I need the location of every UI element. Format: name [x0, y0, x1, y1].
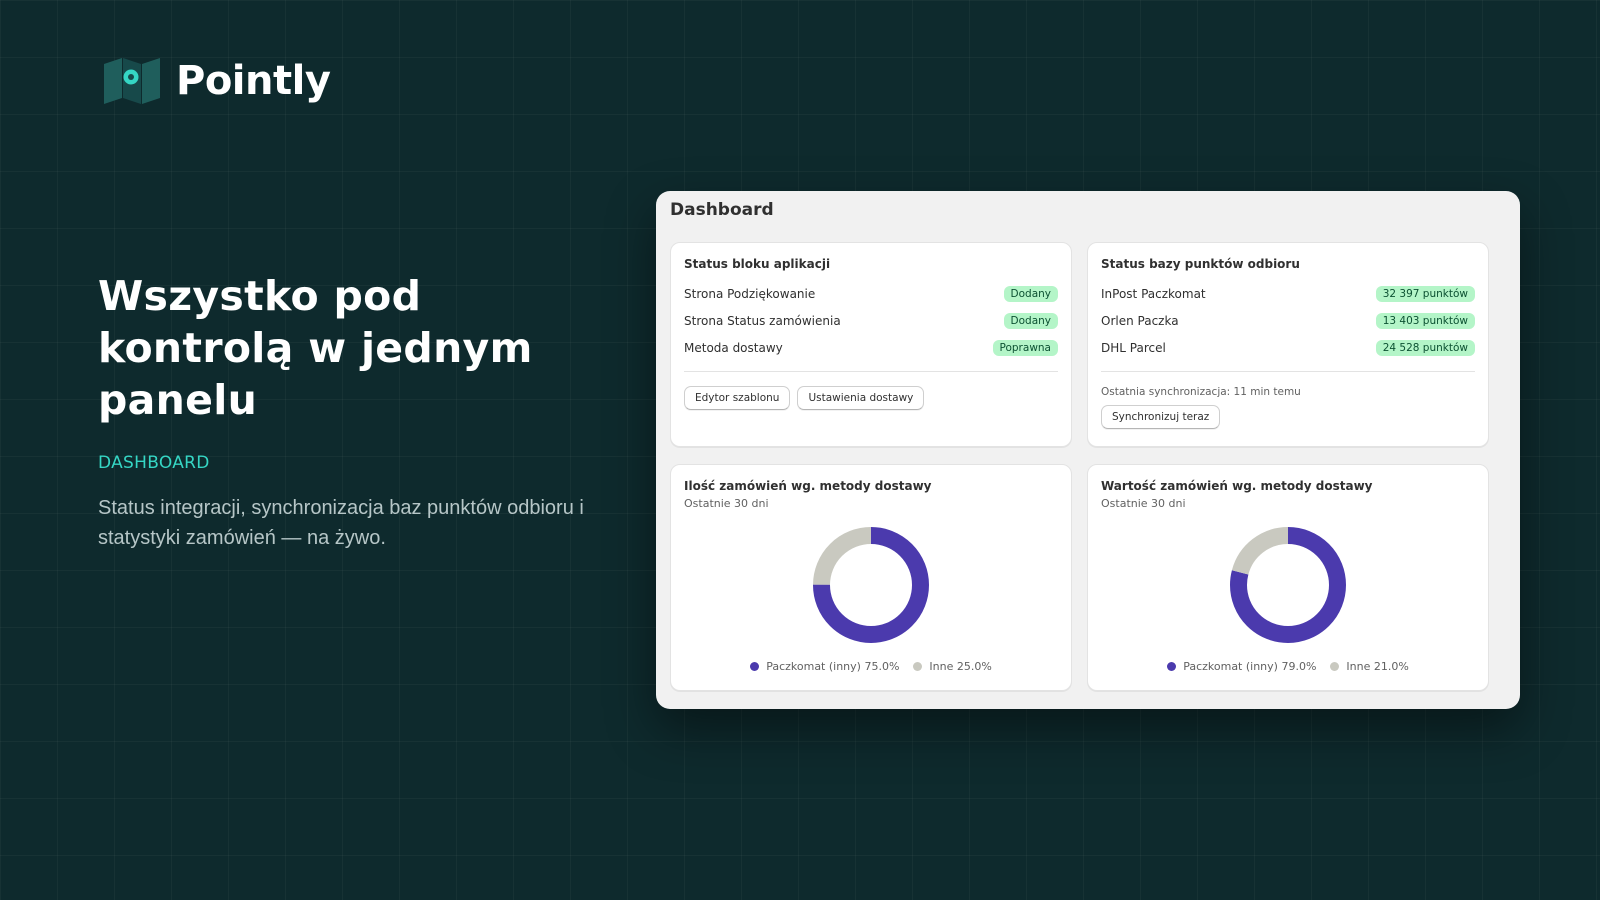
legend-item: Inne 21.0%: [1330, 660, 1409, 673]
orders-count-chart-card: Ilość zamówień wg. metody dostawy Ostatn…: [670, 464, 1072, 691]
legend-label: Paczkomat (inny) 79.0%: [1183, 660, 1317, 673]
points-badge: 24 528 punktów: [1375, 339, 1475, 356]
hero-heading: Wszystko pod kontrolą w jednym panelu: [98, 272, 533, 424]
card-title: Status bloku aplikacji: [684, 257, 831, 271]
carrier-label: DHL Parcel: [1101, 340, 1166, 355]
dashboard-title: Dashboard: [670, 200, 774, 220]
carrier-label: InPost Paczkomat: [1101, 286, 1206, 301]
status-label: Strona Podziękowanie: [684, 286, 816, 301]
divider: [684, 371, 1058, 372]
divider: [1101, 371, 1475, 372]
chart-title: Ilość zamówień wg. metody dostawy: [684, 479, 932, 493]
template-editor-button[interactable]: Edytor szablonu: [684, 386, 791, 410]
pickup-db-status-card: Status bazy punktów odbioru InPost Paczk…: [1087, 242, 1489, 447]
donut-chart: [813, 527, 929, 643]
status-label: Strona Status zamówienia: [684, 313, 841, 328]
card-title: Status bazy punktów odbioru: [1101, 257, 1300, 271]
delivery-settings-button[interactable]: Ustawienia dostawy: [797, 386, 925, 410]
legend-label: Inne 25.0%: [929, 660, 992, 673]
points-badge: 13 403 punktów: [1375, 312, 1475, 329]
last-sync-text: Ostatnia synchronizacja: 11 min temu: [1101, 386, 1301, 398]
status-badge: Dodany: [1003, 285, 1058, 302]
legend-label: Inne 21.0%: [1346, 660, 1409, 673]
dashboard-panel: Dashboard Status bloku aplikacji Strona …: [656, 191, 1520, 709]
donut-chart: [1230, 527, 1346, 643]
legend-item: Paczkomat (inny) 79.0%: [1167, 660, 1316, 673]
status-badge: Poprawna: [992, 339, 1058, 356]
legend-item: Inne 25.0%: [913, 660, 992, 673]
hero-description: Status integracji, synchronizacja baz pu…: [98, 497, 584, 549]
carrier-row: InPost Paczkomat 32 397 punktów: [1101, 280, 1475, 307]
app-block-status-card: Status bloku aplikacji Strona Podziękowa…: [670, 242, 1072, 447]
points-badge: 32 397 punktów: [1375, 285, 1475, 302]
chart-title: Wartość zamówień wg. metody dostawy: [1101, 479, 1373, 493]
chart-subtitle: Ostatnie 30 dni: [1101, 497, 1186, 510]
status-row: Strona Status zamówienia Dodany: [684, 307, 1058, 334]
hero-section: Wszystko pod kontrolą w jednym panelu DA…: [98, 270, 618, 553]
brand-name: Pointly: [176, 58, 331, 104]
carrier-label: Orlen Paczka: [1101, 313, 1179, 328]
status-row: Metoda dostawy Poprawna: [684, 334, 1058, 361]
status-row: Strona Podziękowanie Dodany: [684, 280, 1058, 307]
legend-item: Paczkomat (inny) 75.0%: [750, 660, 899, 673]
legend-dot: [750, 662, 760, 671]
legend-label: Paczkomat (inny) 75.0%: [766, 660, 900, 673]
chart-legend: Paczkomat (inny) 75.0% Inne 25.0%: [684, 660, 1058, 673]
carrier-row: DHL Parcel 24 528 punktów: [1101, 334, 1475, 361]
orders-value-chart-card: Wartość zamówień wg. metody dostawy Osta…: [1087, 464, 1489, 691]
carrier-row: Orlen Paczka 13 403 punktów: [1101, 307, 1475, 334]
status-badge: Dodany: [1003, 312, 1058, 329]
section-tag: DASHBOARD: [98, 453, 210, 473]
brand-logo: Pointly: [104, 58, 331, 104]
chart-subtitle: Ostatnie 30 dni: [684, 497, 769, 510]
status-label: Metoda dostawy: [684, 340, 783, 355]
chart-legend: Paczkomat (inny) 79.0% Inne 21.0%: [1101, 660, 1475, 673]
legend-dot: [1330, 662, 1340, 671]
map-pin-icon: [104, 58, 160, 104]
legend-dot: [913, 662, 923, 671]
legend-dot: [1167, 662, 1177, 671]
sync-now-button[interactable]: Synchronizuj teraz: [1101, 405, 1221, 429]
